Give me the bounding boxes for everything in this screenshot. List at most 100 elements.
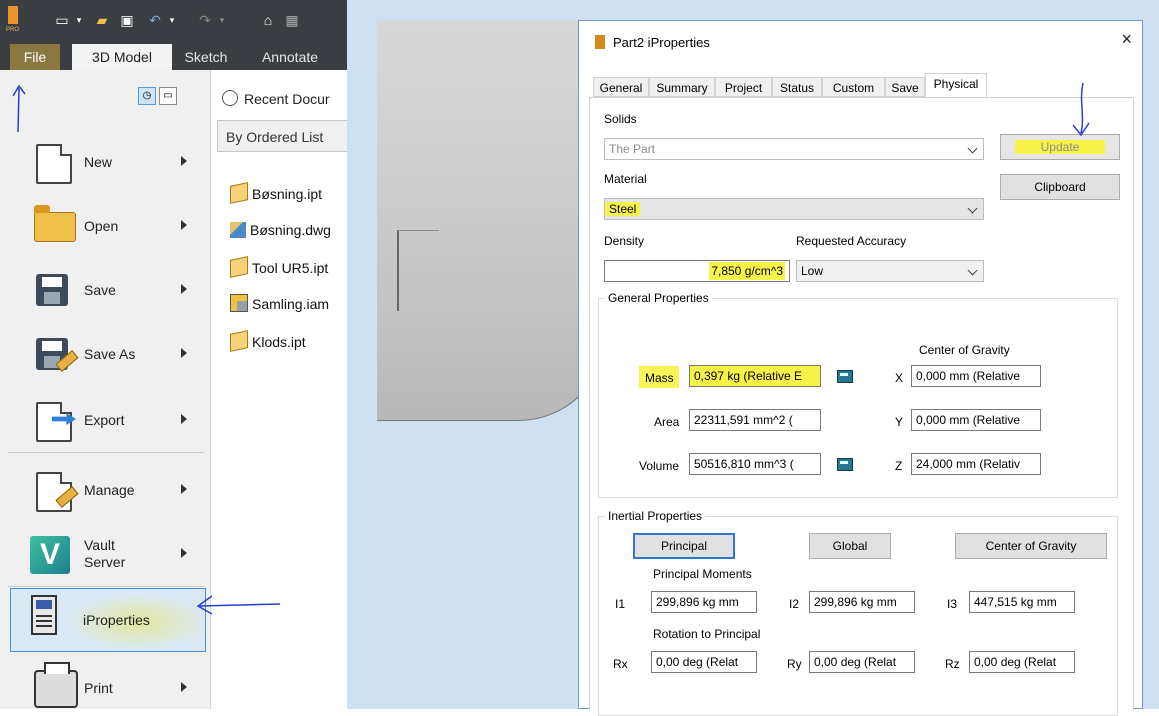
- new-file-icon[interactable]: ▭: [52, 10, 72, 30]
- submenu-arrow-icon: [181, 220, 187, 230]
- menu-item-new[interactable]: New: [0, 130, 210, 194]
- chevron-down-icon: [967, 265, 978, 276]
- ribbon-tabs: File 3D Model Sketch Annotate: [0, 44, 347, 70]
- open-folder-icon[interactable]: ▰: [92, 10, 112, 30]
- density-field[interactable]: 7,850 g/cm^3: [604, 260, 790, 282]
- solids-dropdown[interactable]: The Part: [604, 138, 984, 160]
- menu-item-vault-server[interactable]: V Vault Server: [0, 522, 210, 586]
- quick-access-toolbar: PRO ▭ ▾ ▰ ▣ ↶ ▾ ↷ ▾ ⌂ ▦: [0, 0, 347, 44]
- i2-field[interactable]: 299,896 kg mm: [809, 591, 915, 613]
- folder-icon[interactable]: ▦: [282, 10, 302, 30]
- submenu-arrow-icon: [181, 414, 187, 424]
- menu-item-print[interactable]: Print: [0, 656, 210, 709]
- mass-field[interactable]: 0,397 kg (Relative E: [689, 365, 821, 387]
- tab-custom[interactable]: Custom: [822, 77, 885, 97]
- menu-item-save-as[interactable]: Save As: [0, 322, 210, 386]
- recent-file-item[interactable]: Bøsning.dwg: [230, 218, 331, 242]
- menu-separator: [8, 586, 204, 587]
- rx-field[interactable]: 0,00 deg (Relat: [651, 651, 757, 673]
- i2-label: I2: [789, 597, 800, 611]
- undo-dropdown-icon[interactable]: ▾: [167, 10, 177, 30]
- tab-annotate[interactable]: Annotate: [240, 44, 340, 70]
- tab-project[interactable]: Project: [715, 77, 772, 97]
- x-label: X: [895, 371, 904, 385]
- i3-field[interactable]: 447,515 kg mm: [969, 591, 1075, 613]
- chevron-down-icon: [967, 203, 978, 214]
- recent-file-item[interactable]: Bøsning.ipt: [230, 182, 322, 206]
- chevron-down-icon: [967, 143, 978, 154]
- tab-physical[interactable]: Physical: [925, 73, 987, 98]
- density-label: Density: [604, 234, 645, 248]
- new-document-icon: [36, 144, 72, 184]
- tab-summary[interactable]: Summary: [649, 77, 715, 97]
- tab-general[interactable]: General: [593, 77, 649, 97]
- recent-file-item[interactable]: Tool UR5.ipt: [230, 256, 328, 280]
- annotation-arrow-file: [12, 84, 26, 133]
- recent-file-item[interactable]: Klods.ipt: [230, 330, 306, 354]
- part-model-edge: [397, 230, 439, 311]
- menu-item-iproperties[interactable]: iProperties: [10, 588, 213, 652]
- volume-field[interactable]: 50516,810 mm^3 (: [689, 453, 821, 475]
- tab-status[interactable]: Status: [772, 77, 822, 97]
- principal-button[interactable]: Principal: [633, 533, 735, 559]
- menu-item-open[interactable]: Open: [0, 194, 210, 258]
- submenu-arrow-icon: [181, 682, 187, 692]
- vault-label-line1: Vault: [84, 537, 115, 553]
- close-icon[interactable]: ×: [1121, 29, 1132, 50]
- cog-z-field[interactable]: 24,000 mm (Relativ: [911, 453, 1041, 475]
- folder-view-icon[interactable]: ▭: [159, 87, 177, 105]
- principal-moments-label: Principal Moments: [653, 567, 752, 581]
- menu-item-export[interactable]: Export: [0, 388, 210, 452]
- undo-icon[interactable]: ↶: [145, 10, 165, 30]
- clipboard-button[interactable]: Clipboard: [1000, 174, 1120, 200]
- material-label: Material: [604, 172, 647, 186]
- solids-label: Solids: [604, 112, 637, 126]
- area-label: Area: [654, 415, 680, 429]
- save-icon[interactable]: ▣: [117, 10, 137, 30]
- menu-item-save[interactable]: Save: [0, 258, 210, 322]
- accuracy-dropdown[interactable]: Low: [796, 260, 984, 282]
- cog-x-field[interactable]: 0,000 mm (Relative: [911, 365, 1041, 387]
- new-dropdown-icon[interactable]: ▾: [74, 10, 84, 30]
- sort-order-dropdown[interactable]: By Ordered List: [217, 120, 347, 152]
- annotation-arrow-iproperties: [196, 595, 281, 615]
- recent-file-item[interactable]: Samling.iam: [230, 292, 329, 316]
- inertial-properties-title: Inertial Properties: [605, 509, 706, 523]
- file-menu-panel: PRO ▭ ▾ ▰ ▣ ↶ ▾ ↷ ▾ ⌂ ▦ File 3D Model Sk…: [0, 0, 347, 709]
- rz-field[interactable]: 0,00 deg (Relat: [969, 651, 1075, 673]
- general-properties-group: General Properties Center of Gravity Mas…: [598, 291, 1118, 498]
- submenu-arrow-icon: [181, 348, 187, 358]
- y-label: Y: [895, 415, 904, 429]
- calculator-icon[interactable]: [837, 370, 853, 383]
- ry-field[interactable]: 0,00 deg (Relat: [809, 651, 915, 673]
- area-field[interactable]: 22311,591 mm^2 (: [689, 409, 821, 431]
- iproperties-icon: [31, 595, 57, 635]
- redo-icon[interactable]: ↷: [195, 10, 215, 30]
- home-icon[interactable]: ⌂: [258, 10, 278, 30]
- vault-label-line2: Server: [84, 554, 126, 570]
- i1-field[interactable]: 299,896 kg mm: [651, 591, 757, 613]
- tab-file[interactable]: File: [10, 44, 60, 70]
- redo-dropdown-icon[interactable]: ▾: [217, 10, 227, 30]
- submenu-arrow-icon: [181, 548, 187, 558]
- general-properties-title: General Properties: [605, 291, 712, 305]
- update-button[interactable]: Update: [1000, 134, 1120, 160]
- inventor-icon: [595, 35, 605, 49]
- view-toggle: ◷ ▭: [138, 86, 180, 105]
- assembly-file-icon: [230, 294, 248, 312]
- calculator-icon[interactable]: [837, 458, 853, 471]
- tab-3d-model[interactable]: 3D Model: [72, 44, 172, 70]
- global-button[interactable]: Global: [809, 533, 891, 559]
- z-label: Z: [895, 459, 903, 473]
- menu-item-manage[interactable]: Manage: [0, 458, 210, 522]
- ry-label: Ry: [787, 657, 802, 671]
- material-value: Steel: [605, 202, 641, 216]
- volume-label: Volume: [639, 459, 680, 473]
- material-dropdown[interactable]: Steel: [604, 198, 984, 220]
- tab-sketch[interactable]: Sketch: [176, 44, 236, 70]
- menu-separator: [8, 452, 204, 453]
- cog-y-field[interactable]: 0,000 mm (Relative: [911, 409, 1041, 431]
- center-of-gravity-button[interactable]: Center of Gravity: [955, 533, 1107, 559]
- recent-view-icon[interactable]: ◷: [138, 87, 156, 105]
- tab-save[interactable]: Save: [885, 77, 925, 97]
